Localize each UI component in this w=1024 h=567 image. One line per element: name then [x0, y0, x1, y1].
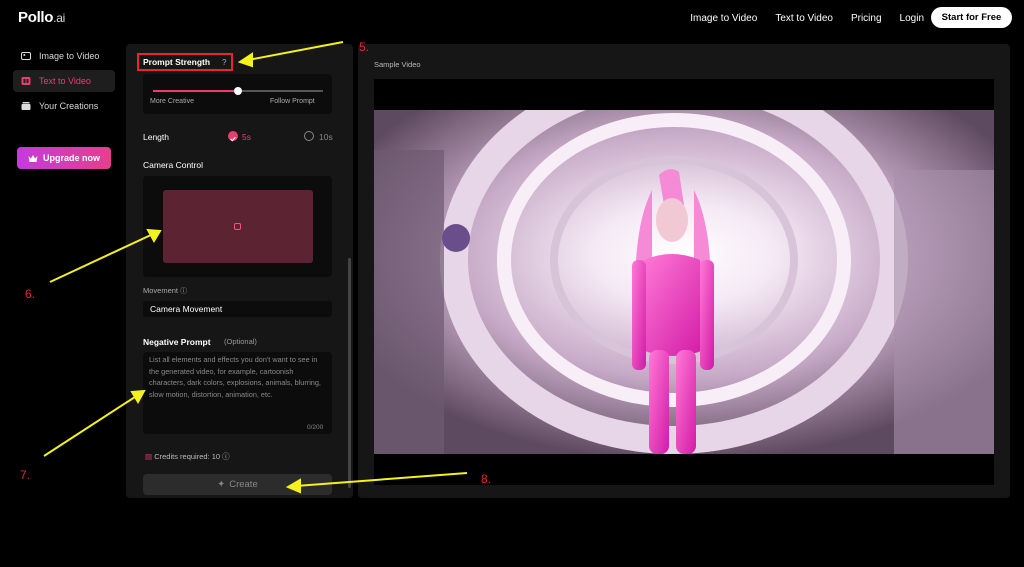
- annotation-5: 5.: [359, 40, 370, 54]
- slider-min-label: More Creative: [150, 98, 194, 105]
- creations-icon: [21, 102, 31, 110]
- slider-thumb[interactable]: [234, 87, 242, 95]
- annotation-6: 6.: [25, 287, 36, 301]
- sample-video-label: Sample Video: [374, 60, 421, 69]
- info-icon: ⓘ: [222, 452, 230, 461]
- slider-fill: [153, 90, 238, 92]
- slider-max-label: Follow Prompt: [270, 98, 315, 105]
- movement-label: Movement ⓘ: [143, 286, 188, 295]
- info-icon: ⓘ: [180, 288, 188, 295]
- nav-links: Image to Video Text to Video Pricing Log…: [690, 0, 924, 36]
- upgrade-label: Upgrade now: [42, 153, 100, 163]
- annotation-8: 8.: [481, 472, 492, 486]
- negative-prompt-input[interactable]: List all elements and effects you don't …: [143, 352, 332, 434]
- crown-icon: [28, 154, 38, 162]
- length-label: Length: [143, 132, 169, 142]
- sidebar-item-your-creations[interactable]: Your Creations: [13, 95, 115, 117]
- logo[interactable]: Pollo.ai: [18, 9, 65, 26]
- prompt-strength-label: Prompt Strength: [143, 57, 211, 67]
- negative-prompt-label: Negative Prompt: [143, 337, 211, 347]
- length-5s-label[interactable]: 5s: [242, 132, 251, 142]
- sidebar-item-text-to-video[interactable]: Text to Video: [13, 70, 115, 92]
- nav-link-text-to-video[interactable]: Text to Video: [775, 13, 833, 24]
- create-button[interactable]: ✦ Create: [143, 474, 332, 495]
- image-icon: [21, 52, 31, 60]
- text-video-icon: [21, 77, 31, 85]
- char-count: 0/200: [307, 424, 324, 431]
- sidebar-item-label: Your Creations: [39, 101, 99, 111]
- camera-position-icon[interactable]: [234, 223, 241, 230]
- scrollbar[interactable]: [348, 258, 351, 488]
- credits-required: ▤ Credits required: 10 ⓘ: [145, 452, 230, 461]
- optional-label: (Optional): [224, 337, 257, 346]
- sample-video-frame: [374, 110, 994, 454]
- sidebar-item-image-to-video[interactable]: Image to Video: [13, 45, 115, 67]
- create-label: Create: [229, 479, 258, 490]
- sidebar-item-label: Text to Video: [39, 76, 91, 86]
- annotation-7: 7.: [20, 468, 31, 482]
- camera-movement-select[interactable]: Camera Movement: [143, 301, 332, 317]
- nav-link-image-to-video[interactable]: Image to Video: [690, 13, 757, 24]
- upgrade-now-button[interactable]: Upgrade now: [17, 147, 111, 169]
- sidebar-item-label: Image to Video: [39, 51, 100, 61]
- length-10s-radio[interactable]: [304, 131, 314, 141]
- nav-link-pricing[interactable]: Pricing: [851, 13, 882, 24]
- credit-icon: ▤: [145, 452, 153, 461]
- camera-control-label: Camera Control: [143, 160, 203, 170]
- start-for-free-button[interactable]: Start for Free: [931, 7, 1012, 28]
- length-10s-label[interactable]: 10s: [319, 132, 333, 142]
- check-icon: [230, 136, 236, 142]
- help-icon[interactable]: ?: [222, 58, 226, 67]
- nav-link-login[interactable]: Login: [900, 13, 924, 24]
- top-nav: Pollo.ai Image to Video Text to Video Pr…: [0, 0, 1024, 36]
- length-5s-radio[interactable]: [228, 131, 238, 142]
- sparkle-icon: ✦: [217, 479, 226, 490]
